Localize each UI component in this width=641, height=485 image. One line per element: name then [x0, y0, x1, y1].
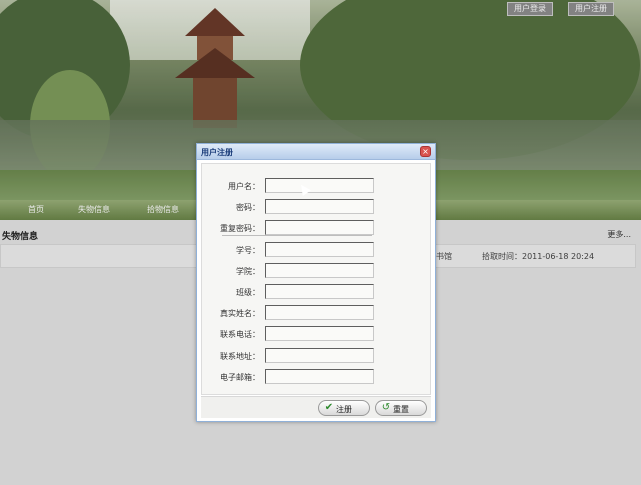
address-input[interactable] — [265, 348, 374, 363]
reset-button[interactable]: ↺ 重置 — [375, 400, 427, 416]
submit-label: 注册 — [336, 405, 352, 414]
phone-input[interactable] — [265, 326, 374, 341]
student-id-input[interactable] — [265, 242, 374, 257]
dialog-title: 用户注册 — [201, 148, 233, 157]
username-input[interactable] — [265, 178, 374, 193]
check-icon: ✔ — [324, 402, 334, 413]
class-input[interactable] — [265, 284, 374, 299]
password-label: 密码： — [236, 203, 260, 212]
address-label: 联系地址： — [220, 352, 260, 361]
email-label: 电子邮箱： — [220, 373, 260, 382]
student-id-label: 学号： — [236, 246, 260, 255]
reset-label: 重置 — [393, 405, 409, 414]
form-row-real-name: 真实姓名： — [202, 305, 432, 321]
reset-icon: ↺ — [381, 402, 391, 413]
submit-register-button[interactable]: ✔ 注册 — [318, 400, 370, 416]
register-dialog: 用户注册 × 用户名： 密码： 重复密码： 学号： 学院： 班级： 真实姓名： … — [196, 143, 436, 422]
dialog-titlebar[interactable]: 用户注册 × — [197, 144, 435, 160]
form-row-username: 用户名： — [202, 178, 432, 194]
password-input[interactable] — [265, 199, 374, 214]
real-name-label: 真实姓名： — [220, 309, 260, 318]
form-row-class: 班级： — [202, 284, 432, 300]
form-row-password: 密码： — [202, 199, 432, 215]
class-label: 班级： — [236, 288, 260, 297]
phone-label: 联系电话： — [220, 330, 260, 339]
repeat-password-input[interactable] — [265, 220, 374, 235]
repeat-password-label: 重复密码： — [220, 224, 260, 233]
college-label: 学院： — [236, 267, 260, 276]
form-row-college: 学院： — [202, 263, 432, 279]
email-input[interactable] — [265, 369, 374, 384]
real-name-input[interactable] — [265, 305, 374, 320]
form-separator — [222, 235, 372, 236]
form-row-phone: 联系电话： — [202, 326, 432, 342]
dialog-footer: ✔ 注册 ↺ 重置 — [201, 396, 431, 418]
college-input[interactable] — [265, 263, 374, 278]
form-row-address: 联系地址： — [202, 348, 432, 364]
form-row-repeat-password: 重复密码： — [202, 220, 432, 236]
username-label: 用户名： — [228, 182, 260, 191]
form-row-student-id: 学号： — [202, 242, 432, 258]
close-icon[interactable]: × — [420, 146, 431, 157]
form-row-email: 电子邮箱： — [202, 369, 432, 385]
register-form: 用户名： 密码： 重复密码： 学号： 学院： 班级： 真实姓名： 联系电话： 联… — [201, 163, 431, 395]
